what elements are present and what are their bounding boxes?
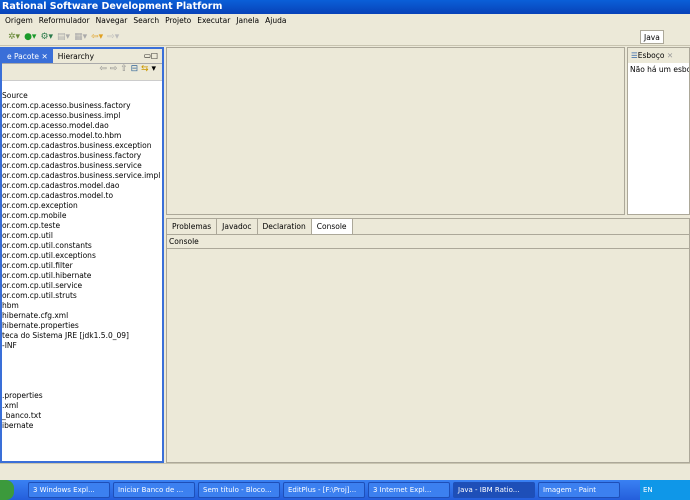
tree-item[interactable] — [2, 381, 162, 391]
tree-item[interactable]: or.com.cp.util.filter — [2, 261, 162, 271]
tree-item[interactable]: .properties — [2, 391, 162, 401]
taskbar-item[interactable]: Iniciar Banco de ... — [113, 482, 195, 498]
console-header: Console — [167, 235, 689, 249]
tab-problemas[interactable]: Problemas — [167, 219, 218, 234]
tree-item[interactable]: or.com.cp.cadastros.business.service.imp… — [2, 171, 162, 181]
tree-item[interactable]: or.com.cp.util.hibernate — [2, 271, 162, 281]
menu-executar[interactable]: Executar — [194, 14, 233, 28]
up-icon[interactable]: ⇧ — [120, 64, 128, 74]
tree-item[interactable]: or.com.cp.teste — [2, 221, 162, 231]
tree-item[interactable]: or.com.cp.cadastros.business.service — [2, 161, 162, 171]
forward-icon[interactable]: ⇨ — [110, 64, 118, 74]
link-editor-icon[interactable]: ⇆ — [141, 64, 149, 74]
tree-item[interactable] — [2, 351, 162, 361]
toolbar: ✲▾ ●▾ ⚙▾ ▤▾ ▦▾ ⇦▾ ⇨▾ — [0, 28, 690, 46]
view-menu-icon[interactable]: ▾ — [151, 64, 156, 74]
tree-item[interactable]: Source — [2, 91, 162, 101]
taskbar-item[interactable]: EditPlus - [F:\Proj]... — [283, 482, 365, 498]
tab-label: e Pacote — [7, 52, 40, 61]
taskbar-item[interactable]: Imagem - Paint — [538, 482, 620, 498]
taskbar: 3 Windows Expl... Iniciar Banco de ... Sem… — [0, 480, 690, 500]
tab-outline[interactable]: ☰Esboço ✕ — [628, 48, 689, 63]
tree-item[interactable]: or.com.cp.util.service — [2, 281, 162, 291]
back-icon[interactable]: ⇦▾ — [91, 32, 103, 42]
perspective-java[interactable]: Java — [640, 30, 664, 44]
status-bar — [0, 463, 690, 480]
tree-item[interactable]: or.com.cp.cadastros.business.factory — [2, 151, 162, 161]
perspective-label: Java — [644, 33, 660, 42]
tree-item[interactable]: or.com.cp.cadastros.model.to — [2, 191, 162, 201]
taskbar-item[interactable]: Java - IBM Ratio... — [453, 482, 535, 498]
back-icon[interactable]: ⇦ — [99, 64, 107, 74]
tree-item[interactable]: or.com.cp.acesso.model.to.hbm — [2, 131, 162, 141]
tree-item[interactable]: ibernate — [2, 421, 162, 431]
tree-item[interactable]: or.com.cp.util — [2, 231, 162, 241]
outline-view: ☰Esboço ✕ Não há um esboço disponível. — [627, 47, 690, 215]
tree-item[interactable]: hbm — [2, 301, 162, 311]
console-tabs: Problemas Javadoc Declaration Console — [167, 219, 689, 235]
tree-item[interactable]: or.com.cp.acesso.business.impl — [2, 111, 162, 121]
open-icon[interactable]: ▦▾ — [74, 32, 87, 42]
tab-label: Esboço — [637, 51, 665, 60]
run-icon[interactable]: ●▾ — [24, 32, 36, 42]
title-bar: Rational Software Development Platform — [0, 0, 690, 14]
tree-item[interactable]: or.com.cp.acesso.business.factory — [2, 101, 162, 111]
tree-item[interactable]: or.com.cp.util.exceptions — [2, 251, 162, 261]
taskbar-item[interactable]: 3 Windows Expl... — [28, 482, 110, 498]
tree-item[interactable]: or.com.cp.acesso.model.dao — [2, 121, 162, 131]
tab-declaration[interactable]: Declaration — [258, 219, 312, 234]
tree-item[interactable]: .xml — [2, 401, 162, 411]
tab-hierarchy[interactable]: Hierarchy — [53, 49, 99, 63]
outline-icon: ☰ — [631, 51, 638, 60]
forward-icon[interactable]: ⇨▾ — [107, 32, 119, 42]
menu-bar: Origem Reformulador Navegar Search Projeto Ex… — [0, 14, 690, 28]
start-button[interactable] — [0, 480, 14, 500]
menu-reformulador[interactable]: Reformulador — [36, 14, 93, 28]
menu-projeto[interactable]: Projeto — [162, 14, 194, 28]
tree-item[interactable]: or.com.cp.cadastros.business.exception — [2, 141, 162, 151]
tree-item[interactable]: hibernate.cfg.xml — [2, 311, 162, 321]
menu-janela[interactable]: Janela — [233, 14, 262, 28]
system-tray: EN — [640, 480, 690, 500]
tree-item[interactable]: or.com.cp.cadastros.model.dao — [2, 181, 162, 191]
taskbar-item[interactable]: 3 Internet Expl... — [368, 482, 450, 498]
editor-area — [166, 47, 625, 215]
menu-navegar[interactable]: Navegar — [93, 14, 131, 28]
close-icon[interactable]: ✕ — [667, 51, 673, 60]
tree-item[interactable]: or.com.cp.mobile — [2, 211, 162, 221]
package-explorer: e Pacote ✕ Hierarchy ▭□ ⇦ ⇨ ⇧ ⊟ ⇆ ▾ Sour… — [0, 47, 164, 463]
language-indicator[interactable]: EN — [643, 486, 653, 494]
debug-icon[interactable]: ✲▾ — [8, 32, 20, 42]
tree-item[interactable]: teca do Sistema JRE [jdk1.5.0_09] — [2, 331, 162, 341]
tab-package-explorer[interactable]: e Pacote ✕ — [2, 49, 53, 63]
tree-item[interactable]: hibernate.properties — [2, 321, 162, 331]
taskbar-item[interactable]: Sem título - Bloco... — [198, 482, 280, 498]
external-tools-icon[interactable]: ⚙▾ — [40, 32, 53, 42]
minimize-maximize-icon[interactable]: ▭□ — [140, 49, 162, 63]
tree-item[interactable]: -INF — [2, 341, 162, 351]
left-tabs: e Pacote ✕ Hierarchy ▭□ — [2, 49, 162, 64]
tree-item[interactable]: _banco.txt — [2, 411, 162, 421]
tab-console[interactable]: Console — [311, 219, 353, 234]
menu-origem[interactable]: Origem — [2, 14, 36, 28]
outline-message: Não há um esboço disponível. — [630, 65, 689, 74]
console-view: Problemas Javadoc Declaration Console Conso… — [166, 218, 690, 463]
window-title: Rational Software Development Platform — [2, 1, 223, 12]
view-toolbar: ⇦ ⇨ ⇧ ⊟ ⇆ ▾ — [2, 64, 162, 81]
tree-item[interactable]: or.com.cp.util.constants — [2, 241, 162, 251]
tree-item[interactable]: or.com.cp.exception — [2, 201, 162, 211]
new-icon[interactable]: ▤▾ — [57, 32, 70, 42]
tree-item[interactable] — [2, 371, 162, 381]
tree-item[interactable]: or.com.cp.util.struts — [2, 291, 162, 301]
menu-search[interactable]: Search — [130, 14, 162, 28]
tree-item[interactable] — [2, 361, 162, 371]
close-icon[interactable]: ✕ — [41, 52, 47, 61]
menu-ajuda[interactable]: Ajuda — [262, 14, 289, 28]
collapse-all-icon[interactable]: ⊟ — [131, 64, 139, 74]
package-tree: Source or.com.cp.acesso.business.factory o… — [2, 91, 162, 431]
tab-javadoc[interactable]: Javadoc — [217, 219, 258, 234]
